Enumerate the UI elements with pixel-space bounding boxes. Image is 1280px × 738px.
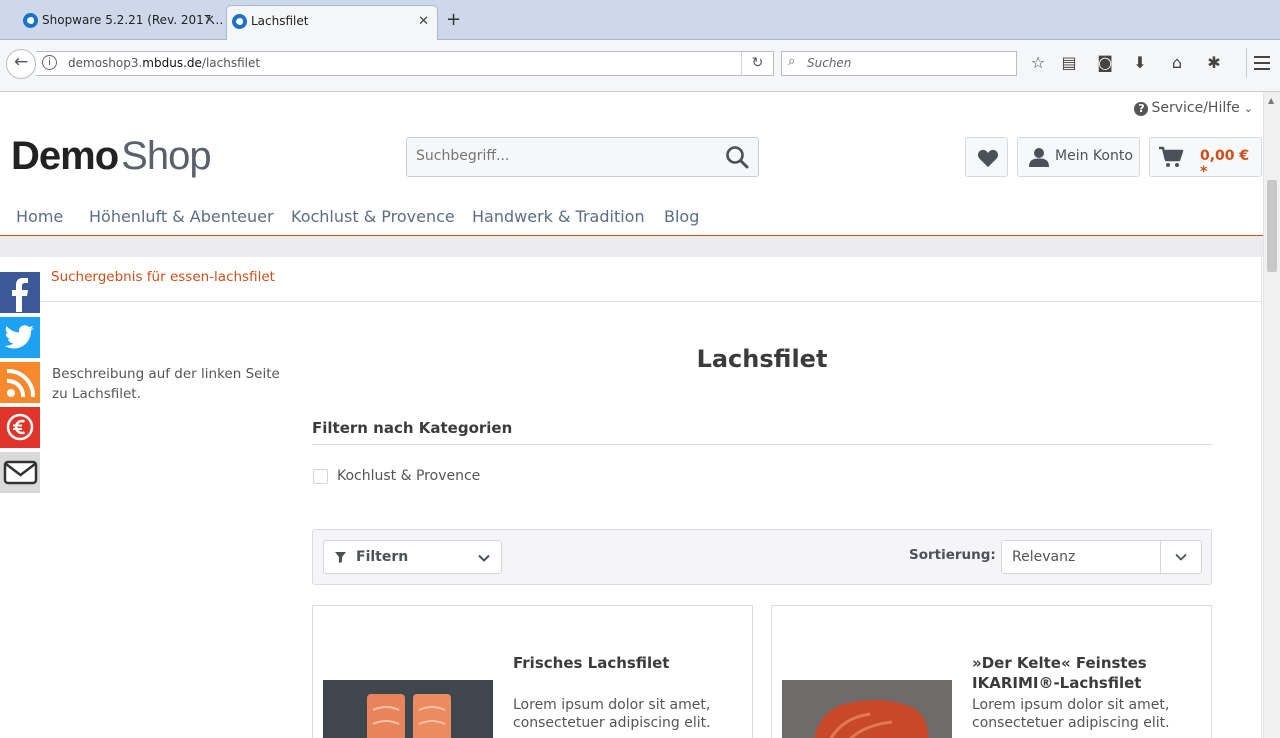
- filter-label: Filtern: [356, 549, 409, 565]
- close-tab-icon[interactable]: ✕: [204, 5, 215, 36]
- page-title: Lachsfilet: [696, 345, 828, 373]
- heart-icon: [977, 149, 999, 168]
- product-description: Lorem ipsum dolor sit amet, consectetuer…: [513, 697, 711, 731]
- divider: [312, 444, 1212, 445]
- divider: [0, 301, 1262, 302]
- listing-action-bar: Filtern Sortierung: Relevanz: [312, 529, 1212, 585]
- pocket-icon[interactable]: ◙: [1094, 52, 1116, 74]
- download-icon[interactable]: ⬇: [1129, 52, 1151, 74]
- chevron-down-icon: [478, 554, 490, 562]
- euro-icon: [6, 413, 34, 441]
- shop-logo[interactable]: DemoShop: [11, 134, 212, 179]
- sort-label: Sortierung:: [909, 547, 996, 563]
- twitter-icon: [4, 325, 34, 349]
- sort-select[interactable]: Relevanz: [1001, 540, 1202, 574]
- content-spacer: [0, 236, 1263, 257]
- nav-item-blog[interactable]: Blog: [664, 207, 699, 226]
- browser-tab-bar: Shopware 5.2.21 (Rev. 2017… ✕ Lachsfilet…: [0, 0, 1280, 40]
- new-tab-icon[interactable]: +: [446, 9, 461, 30]
- bookmark-star-icon[interactable]: ☆: [1027, 52, 1049, 74]
- tab-label: Lachsfilet: [251, 14, 309, 28]
- shopping-cart-icon: [1159, 146, 1184, 167]
- tab-label: Shopware 5.2.21 (Rev. 2017…: [42, 13, 224, 27]
- price-alert-button[interactable]: [0, 407, 40, 448]
- product-description: Lorem ipsum dolor sit amet, consectetuer…: [972, 697, 1170, 731]
- twitter-share-button[interactable]: [0, 317, 40, 358]
- logo-shop: Shop: [121, 134, 211, 178]
- my-account-button[interactable]: Mein Konto: [1017, 137, 1140, 177]
- main-content: Suchergebnis für essen-lachsfilet Beschr…: [0, 257, 1262, 738]
- funnel-icon: [335, 552, 346, 563]
- email-share-button[interactable]: [0, 452, 40, 493]
- account-label: Mein Konto: [1055, 148, 1133, 164]
- shop-search-input[interactable]: [416, 148, 706, 164]
- hamburger-menu-icon[interactable]: [1246, 48, 1276, 78]
- scroll-up-icon[interactable]: ▲: [1268, 96, 1274, 105]
- scrollbar-thumb[interactable]: [1267, 180, 1277, 272]
- chevron-down-icon: [1175, 553, 1187, 561]
- facebook-icon: [12, 278, 28, 312]
- facebook-share-button[interactable]: [0, 272, 40, 313]
- sidebar-description: Beschreibung auf der linken Seite zu Lac…: [52, 366, 280, 402]
- extension-icon[interactable]: ✱: [1203, 52, 1225, 74]
- search-icon: ⌕: [788, 54, 796, 69]
- filter-heading: Filtern nach Kategorien: [312, 419, 513, 437]
- nav-item-hoehenluft-abenteuer[interactable]: Höhenluft & Abenteuer: [89, 207, 274, 226]
- shopware-favicon-icon: [23, 13, 38, 28]
- cart-button[interactable]: 0,00 € *: [1149, 137, 1262, 180]
- product-title[interactable]: »Der Kelte« Feinstes IKARIMI®-Lachsfilet: [972, 653, 1192, 693]
- nav-item-home[interactable]: Home: [16, 207, 63, 226]
- nav-item-kochlust-provence[interactable]: Kochlust & Provence: [291, 207, 455, 226]
- address-bar[interactable]: i demoshop3.mbdus.de/lachsfilet ↻: [36, 51, 774, 76]
- sort-dropdown-toggle[interactable]: [1160, 541, 1201, 573]
- user-icon: [1029, 148, 1049, 167]
- rss-feed-button[interactable]: [0, 362, 40, 403]
- product-card[interactable]: Frisches Lachsfilet Lorem ipsum dolor si…: [312, 605, 753, 738]
- home-icon[interactable]: ⌂: [1166, 52, 1188, 74]
- product-card[interactable]: »Der Kelte« Feinstes IKARIMI®-Lachsfilet…: [771, 605, 1212, 738]
- service-label: Service/Hilfe: [1151, 100, 1240, 116]
- page-scrollbar[interactable]: ▲: [1263, 92, 1280, 738]
- reload-icon[interactable]: ↻: [741, 52, 773, 75]
- main-navigation: Home Höhenluft & Abenteuer Kochlust & Pr…: [0, 207, 1263, 237]
- shopware-favicon-icon: [232, 14, 247, 29]
- browser-search-field[interactable]: ⌕ Suchen: [781, 51, 1017, 76]
- site-info-icon[interactable]: i: [42, 55, 57, 70]
- back-arrow-icon: ←: [14, 52, 29, 72]
- nav-item-handwerk-tradition[interactable]: Handwerk & Tradition: [472, 207, 645, 226]
- sort-value: Relevanz: [1012, 549, 1076, 565]
- product-title[interactable]: Frisches Lachsfilet: [513, 653, 733, 673]
- shop-search-box: [406, 137, 759, 177]
- breadcrumb[interactable]: Suchergebnis für essen-lachsfilet: [51, 269, 275, 285]
- logo-demo: Demo: [11, 134, 119, 178]
- web-page: ?Service/Hilfe⌄ DemoShop Mein Konto 0,00…: [0, 92, 1263, 738]
- search-placeholder: Suchen: [807, 56, 852, 70]
- back-button[interactable]: ←: [6, 49, 36, 79]
- product-image[interactable]: [323, 680, 493, 738]
- product-image[interactable]: [782, 680, 952, 738]
- service-help-menu[interactable]: ? Service/Hilfe ⌄: [1134, 100, 1253, 116]
- help-icon: ?: [1134, 102, 1149, 116]
- category-filter-label[interactable]: Kochlust & Provence: [337, 468, 480, 484]
- close-tab-icon[interactable]: ✕: [418, 6, 429, 37]
- search-icon[interactable]: [724, 144, 750, 170]
- chevron-down-icon: ⌄: [1243, 102, 1253, 115]
- filter-button[interactable]: Filtern: [323, 540, 502, 574]
- reading-list-icon[interactable]: ▤: [1058, 52, 1080, 74]
- rss-icon: [6, 368, 36, 398]
- browser-tab-lachsfilet[interactable]: Lachsfilet ✕: [226, 5, 438, 40]
- mail-icon: [3, 460, 38, 485]
- browser-tab-shopware[interactable]: Shopware 5.2.21 (Rev. 2017… ✕: [18, 5, 223, 38]
- wishlist-button[interactable]: [965, 137, 1008, 177]
- category-filter-checkbox[interactable]: [313, 469, 328, 484]
- cart-total: 0,00 € *: [1200, 148, 1250, 180]
- url-text: demoshop3.mbdus.de/lachsfilet: [68, 56, 261, 70]
